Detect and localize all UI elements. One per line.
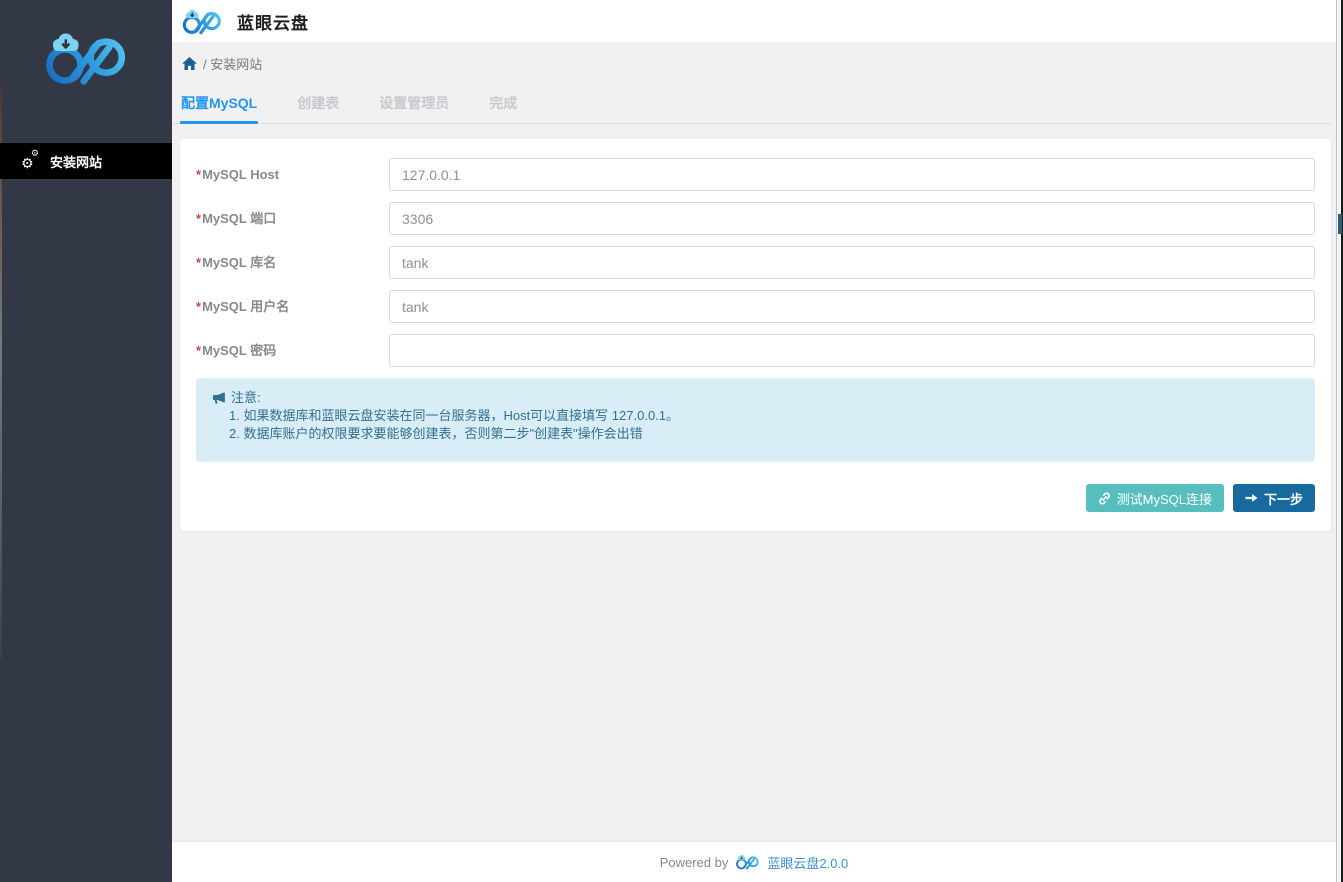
page: { "app": { "header_title": "蓝眼云盘", "foot… (0, 0, 1343, 882)
tab-label: 完成 (489, 95, 517, 111)
footer-logo-icon (734, 854, 761, 870)
notice-title: 注意: (231, 389, 261, 407)
field-label-text: MySQL 用户名 (202, 299, 289, 314)
gear-small-glyph: ⚙ (31, 150, 39, 159)
tab-label: 创建表 (297, 95, 339, 111)
field-label-text: MySQL 库名 (202, 255, 276, 270)
app-title: 蓝眼云盘 (237, 9, 309, 34)
gears-icon: ⚙ ⚙ (21, 153, 42, 170)
tab-step[interactable]: 创建表 (297, 93, 339, 123)
form-row: *MySQL 端口 (196, 202, 1315, 235)
notice-item: 2. 数据库账户的权限要求要能够创建表，否则第二步"创建表"操作会出错 (229, 425, 1299, 443)
scrollbar-thumb[interactable] (1338, 214, 1342, 234)
tab-label: 设置管理员 (379, 95, 449, 111)
notice-list: 1. 如果数据库和蓝眼云盘安装在同一台服务器，Host可以直接填写 127.0.… (212, 407, 1299, 443)
scrollbar[interactable] (1336, 0, 1343, 882)
required-marker: * (196, 211, 201, 226)
field-label: *MySQL 用户名 (196, 290, 389, 323)
version-link[interactable]: 蓝眼云盘2.0.0 (767, 853, 848, 872)
field-input[interactable] (389, 334, 1315, 367)
form-row: *MySQL Host (196, 158, 1315, 191)
form-row: *MySQL 密码 (196, 334, 1315, 367)
notice-item: 1. 如果数据库和蓝眼云盘安装在同一台服务器，Host可以直接填写 127.0.… (229, 407, 1299, 425)
actions-row: 测试MySQL连接 下一步 (196, 484, 1315, 512)
tab-label: 配置MySQL (181, 95, 257, 111)
form-row: *MySQL 用户名 (196, 290, 1315, 323)
field-label-text: MySQL 端口 (202, 211, 276, 226)
next-step-button[interactable]: 下一步 (1233, 484, 1315, 512)
content-area: 蓝眼云盘 / 安装网站 配置MySQL 创建表 设置 (172, 0, 1336, 882)
tab-step[interactable]: 完成 (489, 93, 517, 123)
tab-step[interactable]: 设置管理员 (379, 93, 449, 123)
field-label-text: MySQL 密码 (202, 343, 276, 358)
gear-big-glyph: ⚙ (21, 157, 34, 171)
field-label: *MySQL 端口 (196, 202, 389, 235)
sidebar-item-install-site[interactable]: ⚙ ⚙ 安装网站 (0, 143, 172, 179)
top-header: 蓝眼云盘 (172, 0, 1336, 42)
breadcrumb: / 安装网站 (172, 42, 1336, 85)
field-input[interactable] (389, 246, 1315, 279)
sidebar-item-label: 安装网站 (50, 152, 102, 171)
form-row: *MySQL 库名 (196, 246, 1315, 279)
test-mysql-connection-button[interactable]: 测试MySQL连接 (1086, 484, 1224, 512)
notice-title-row: 注意: (212, 389, 1299, 407)
footer: Powered by 蓝眼云盘2.0.0 (172, 841, 1336, 882)
field-input[interactable] (389, 202, 1315, 235)
link-icon (1098, 492, 1111, 505)
mysql-config-card: *MySQL Host *MySQL 端口 *MySQL 库名 (180, 139, 1331, 531)
field-label: *MySQL Host (196, 158, 389, 191)
bullhorn-icon (212, 392, 226, 405)
field-label: *MySQL 库名 (196, 246, 389, 279)
field-label-text: MySQL Host (202, 167, 279, 182)
test-button-label: 测试MySQL连接 (1117, 489, 1212, 508)
app-logo-icon (39, 30, 133, 86)
field-input[interactable] (389, 290, 1315, 323)
header-logo-icon (179, 8, 225, 35)
next-button-label: 下一步 (1264, 489, 1303, 508)
field-label: *MySQL 密码 (196, 334, 389, 367)
notice-box: 注意: 1. 如果数据库和蓝眼云盘安装在同一台服务器，Host可以直接填写 12… (196, 378, 1315, 462)
required-marker: * (196, 255, 201, 270)
tab-step[interactable]: 配置MySQL (181, 93, 257, 123)
arrow-right-icon (1245, 492, 1258, 504)
home-icon[interactable] (182, 57, 197, 70)
powered-by-text: Powered by (660, 855, 729, 870)
sidebar: ⚙ ⚙ 安装网站 (0, 0, 172, 882)
main-panel: / 安装网站 配置MySQL 创建表 设置管理员 完成 (172, 42, 1336, 841)
breadcrumb-text: / 安装网站 (203, 54, 262, 73)
required-marker: * (196, 299, 201, 314)
mysql-form: *MySQL Host *MySQL 端口 *MySQL 库名 (196, 158, 1315, 367)
field-input[interactable] (389, 158, 1315, 191)
required-marker: * (196, 167, 201, 182)
required-marker: * (196, 343, 201, 358)
install-steps-tabs: 配置MySQL 创建表 设置管理员 完成 (172, 85, 1331, 124)
